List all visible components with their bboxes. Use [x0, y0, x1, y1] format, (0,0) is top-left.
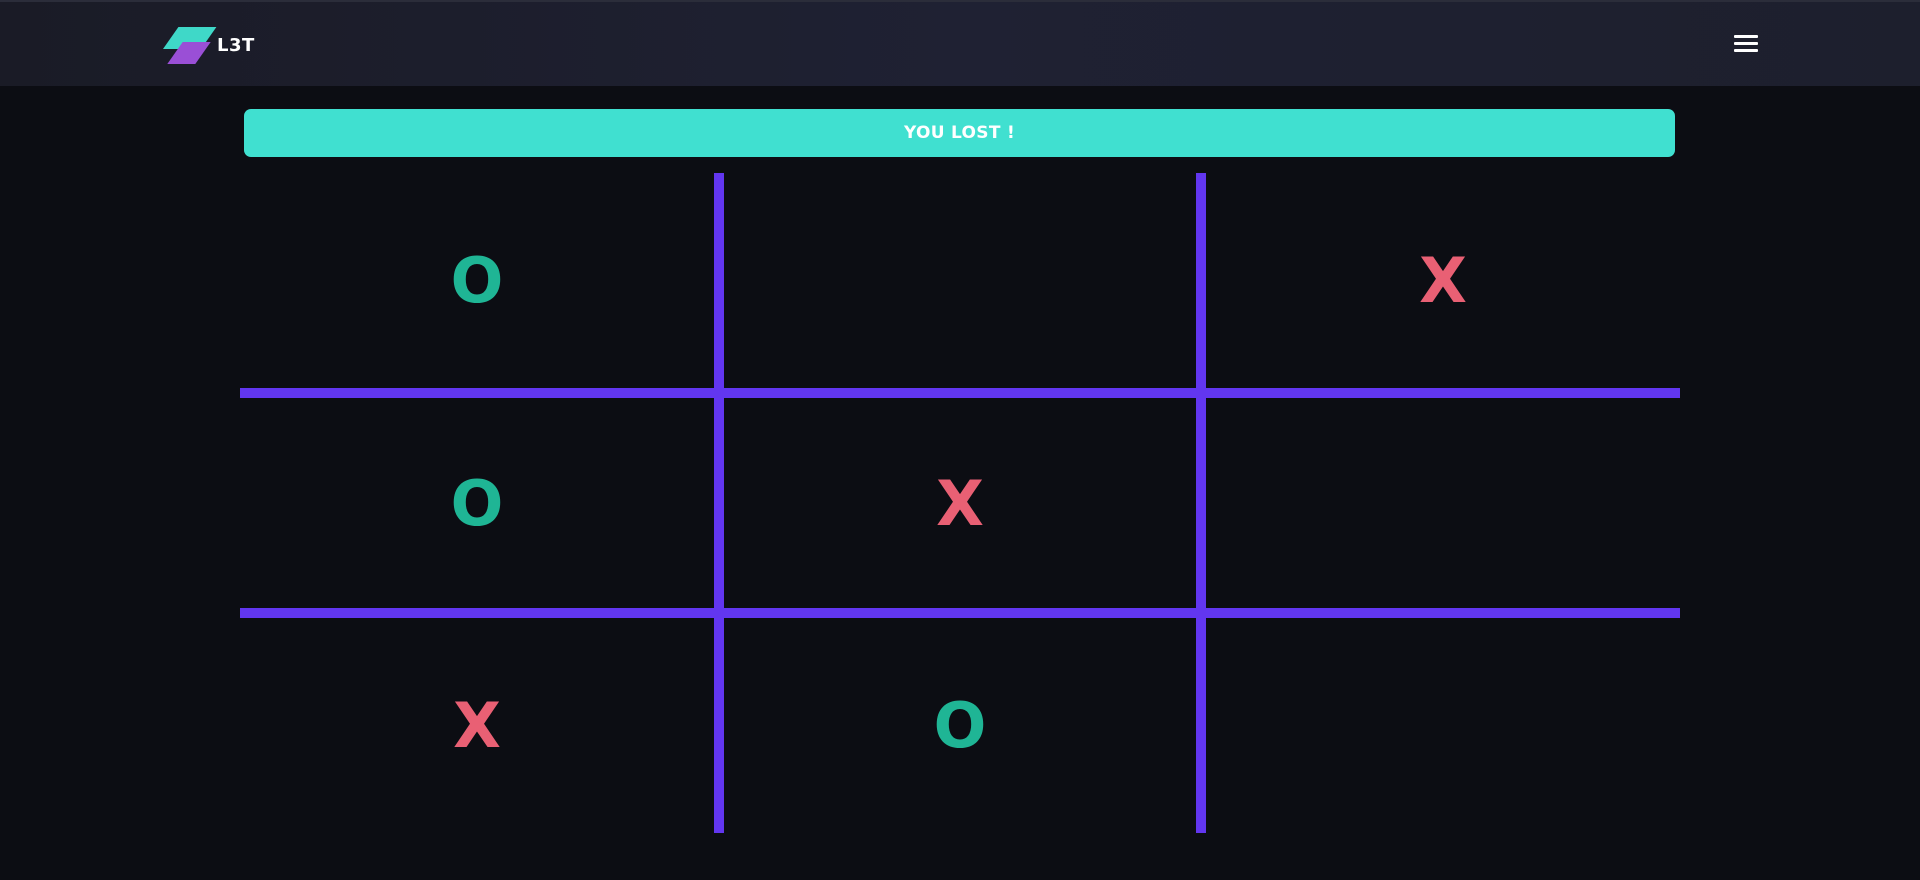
tic-tac-toe-board: O X O X X O	[240, 173, 1680, 833]
l3t-logo-icon	[155, 26, 217, 64]
grid-line-horizontal-1	[240, 388, 1680, 398]
brand-name: L3T	[217, 34, 255, 56]
hamburger-menu-icon[interactable]	[1730, 31, 1762, 57]
board-cell-7[interactable]: X	[240, 618, 714, 833]
board-cell-1[interactable]: O	[240, 173, 714, 388]
grid-line-vertical-1	[714, 173, 724, 833]
brand-home-link[interactable]: L3T	[155, 26, 255, 64]
board-cell-5[interactable]: X	[724, 398, 1196, 608]
top-navbar: L3T	[0, 0, 1920, 86]
board-cell-2[interactable]	[724, 173, 1196, 388]
board-cell-4[interactable]: O	[240, 398, 714, 608]
board-cell-6[interactable]	[1206, 398, 1680, 608]
game-result-banner: YOU LOST !	[244, 109, 1675, 157]
grid-line-vertical-2	[1196, 173, 1206, 833]
board-cell-8[interactable]: O	[724, 618, 1196, 833]
grid-line-horizontal-2	[240, 608, 1680, 618]
board-cell-3[interactable]: X	[1206, 173, 1680, 388]
board-cell-9[interactable]	[1206, 618, 1680, 833]
